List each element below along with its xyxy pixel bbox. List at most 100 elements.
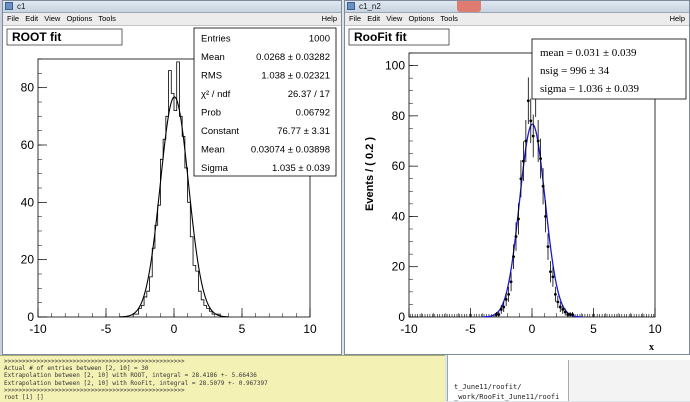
y-tick-label: 40 <box>21 195 35 209</box>
stat-label: Constant <box>201 126 239 137</box>
data-point <box>505 298 508 301</box>
root-fit-plot: ROOT fit -10-50510020406080 Entries1000M… <box>4 26 342 355</box>
data-point <box>520 177 523 180</box>
data-point <box>497 313 500 316</box>
stat-label: Mean <box>201 52 225 63</box>
menu-edit[interactable]: Edit <box>367 14 380 23</box>
window-icon <box>347 2 355 10</box>
data-point <box>515 235 518 238</box>
y-tick-label: 100 <box>385 59 405 73</box>
y-tick-label: 0 <box>398 310 405 324</box>
data-point <box>524 140 527 143</box>
data-point <box>517 218 520 221</box>
data-point <box>495 313 498 316</box>
data-point <box>566 313 569 316</box>
y-tick-label: 0 <box>27 310 34 324</box>
stat-value: 1.035 ± 0.039 <box>272 163 330 174</box>
stat-label: Sigma <box>201 163 229 174</box>
param-sigma: sigma = 1.036 ± 0.039 <box>540 83 640 95</box>
terminal-line: t_June11/roofit/ <box>454 383 521 391</box>
stat-value: 0.0268 ± 0.03282 <box>256 52 330 63</box>
close-icon[interactable] <box>457 1 481 12</box>
menu-tools[interactable]: Tools <box>440 14 458 23</box>
data-point <box>559 306 562 309</box>
menu-view[interactable]: View <box>386 14 402 23</box>
left-menubar: File Edit View Options Tools Help <box>3 13 341 26</box>
y-tick-label: 40 <box>392 209 406 223</box>
data-point <box>522 160 525 163</box>
x-tick-label: -5 <box>101 322 112 336</box>
console-line: Extrapolation between [2, 10] with ROOT,… <box>4 372 268 379</box>
stat-value: 1000 <box>309 34 330 45</box>
data-point <box>532 135 535 138</box>
data-point <box>564 311 567 314</box>
data-point <box>561 308 564 311</box>
menu-options[interactable]: Options <box>408 14 434 23</box>
data-point <box>547 245 550 248</box>
left-canvas-window[interactable]: c1 File Edit View Options Tools Help ROO… <box>2 0 342 355</box>
y-tick-label: 60 <box>21 138 35 152</box>
param-mean: mean = 0.031 ± 0.039 <box>540 47 637 59</box>
data-point <box>549 270 552 273</box>
param-nsig: nsig = 996 ± 34 <box>540 65 610 77</box>
y-axis-label: Events / ( 0.2 ) <box>364 137 376 211</box>
console-prompt[interactable]: root [1] [] <box>4 394 268 401</box>
stat-value: 0.06792 <box>296 108 330 119</box>
stat-label: RMS <box>201 71 222 82</box>
data-point <box>507 293 510 296</box>
y-tick-label: 80 <box>21 81 35 95</box>
data-point <box>556 301 559 304</box>
stat-value: 1.038 ± 0.02321 <box>261 71 330 82</box>
stat-value: 26.37 / 17 <box>288 89 330 100</box>
console-line: >>>>>>>>>>>>>>>>>>>>>>>>>>>>>>>>>>>>>>>>… <box>4 387 268 394</box>
window-icon <box>5 2 13 10</box>
console-line: Extrapolation between [2, 10] with RooFi… <box>4 380 268 387</box>
data-point <box>569 313 572 316</box>
left-window-title: c1 <box>17 1 25 12</box>
menu-view[interactable]: View <box>44 14 60 23</box>
stat-value: 76.77 ± 3.31 <box>277 126 330 137</box>
menu-options[interactable]: Options <box>66 14 92 23</box>
data-point <box>502 306 505 309</box>
left-titlebar[interactable]: c1 <box>3 1 341 13</box>
stat-value: 0.03074 ± 0.03898 <box>251 145 330 156</box>
menu-tools[interactable]: Tools <box>98 14 116 23</box>
right-window-title: c1_n2 <box>359 1 381 12</box>
data-point <box>571 313 574 316</box>
data-point <box>537 140 540 143</box>
stat-label: χ² / ndf <box>201 89 231 100</box>
menu-help[interactable]: Help <box>670 13 685 25</box>
y-tick-label: 20 <box>392 260 406 274</box>
console-line: Actual # of entries between [2, 10] = 30 <box>4 365 268 372</box>
data-point <box>544 215 547 218</box>
data-point <box>527 99 530 102</box>
stat-label: Prob <box>201 108 221 119</box>
data-point <box>554 293 557 296</box>
stat-label: Mean <box>201 145 225 156</box>
x-tick-label: 0 <box>529 322 536 336</box>
fit-curve <box>483 124 581 317</box>
menu-edit[interactable]: Edit <box>25 14 38 23</box>
stats-box[interactable]: Entries 1000 Mean 0.0268 ± 0.03282 RMS 1.038 … <box>194 28 336 176</box>
left-plot-canvas[interactable]: ROOT fit -10-50510020406080 Entries1000M… <box>4 26 340 353</box>
x-tick-label: 5 <box>590 322 597 336</box>
x-tick-label: 0 <box>171 322 178 336</box>
x-tick-label: -10 <box>400 322 418 336</box>
stat-label: Entries <box>201 34 231 45</box>
plot-title: ROOT fit <box>12 30 61 44</box>
x-tick-label: 5 <box>239 322 246 336</box>
right-canvas-window[interactable]: c1_n2 File Edit View Options Tools Help … <box>344 0 690 355</box>
menu-file[interactable]: File <box>7 14 19 23</box>
root-console[interactable]: >>>>>>>>>>>>>>>>>>>>>>>>>>>>>>>>>>>>>>>>… <box>0 355 445 402</box>
roofit-fit-plot: RooFit fit -10-50510020406080100 mean = … <box>346 26 690 355</box>
data-point <box>539 157 542 160</box>
right-menubar: File Edit View Options Tools Help <box>345 13 689 26</box>
data-point <box>500 308 503 311</box>
terminal-line: _work/RooFit_June11/roofi <box>454 393 559 401</box>
x-tick-label: -10 <box>29 322 47 336</box>
right-plot-canvas[interactable]: RooFit fit -10-50510020406080100 mean = … <box>346 26 688 353</box>
menu-file[interactable]: File <box>349 14 361 23</box>
right-titlebar[interactable]: c1_n2 <box>345 1 689 13</box>
menu-help[interactable]: Help <box>322 13 337 25</box>
x-tick-label: 10 <box>648 322 662 336</box>
